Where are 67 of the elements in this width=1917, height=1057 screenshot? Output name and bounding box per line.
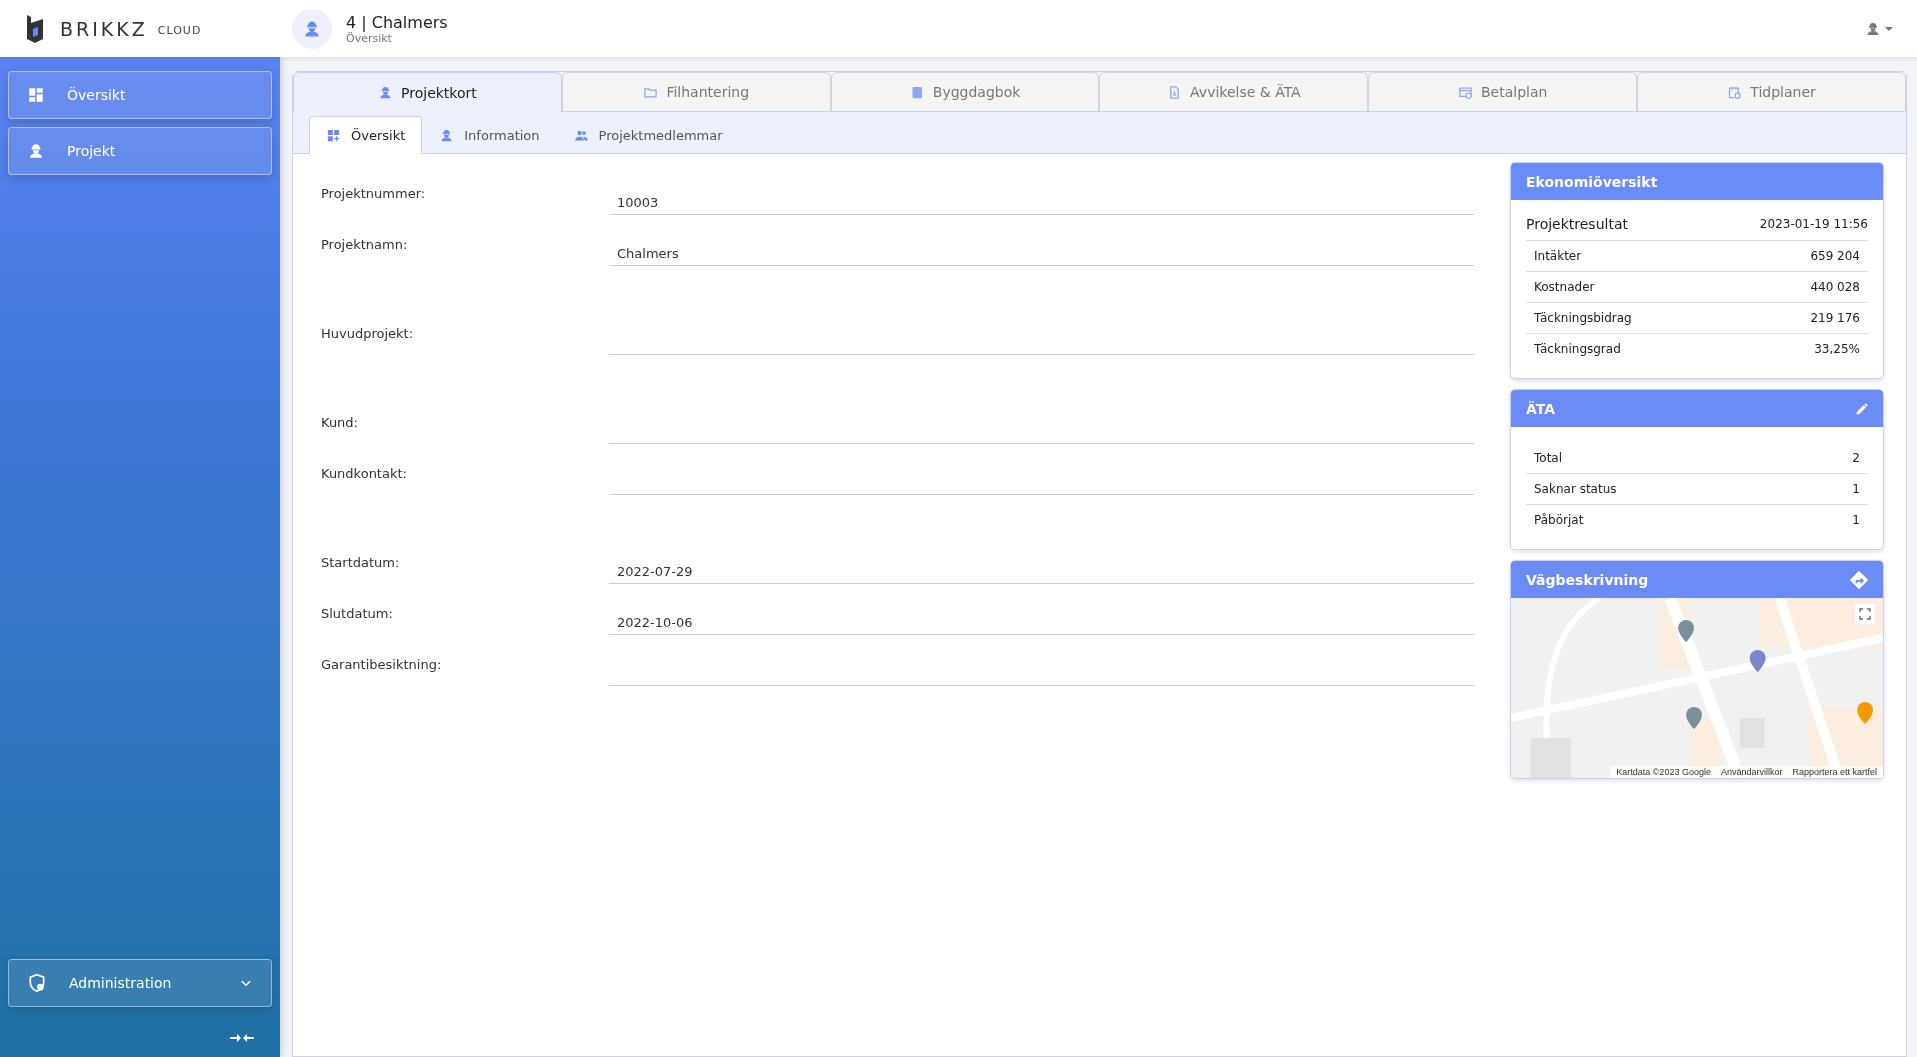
field-value: 2022-07-29 xyxy=(609,553,1474,584)
tab[interactable]: Byggdagbok xyxy=(830,72,1100,112)
tab[interactable]: Avvikelse & ÄTA xyxy=(1099,72,1369,112)
collapse-arrows-icon xyxy=(230,1032,254,1044)
field-value: 10003 xyxy=(609,184,1474,215)
fullscreen-button[interactable] xyxy=(1855,604,1875,624)
row-value: 2 xyxy=(1852,451,1860,465)
field-value: Chalmers xyxy=(609,235,1474,266)
pencil-icon xyxy=(1855,401,1869,416)
row-value: 659 204 xyxy=(1810,249,1860,263)
page-subtitle: Översikt xyxy=(346,31,393,45)
row-label: Intäkter xyxy=(1534,249,1582,263)
field-label: Projektnummer: xyxy=(321,186,427,203)
row-value: 33,25% xyxy=(1814,342,1860,356)
field-label: Kundkontakt: xyxy=(321,466,408,483)
project-title: 4 | Chalmers xyxy=(346,12,448,32)
brand-name: BRIKKZ xyxy=(60,17,148,40)
card-icon xyxy=(1458,84,1473,100)
brand-suffix: CLOUD xyxy=(157,24,202,37)
people-icon xyxy=(573,128,589,143)
worker-icon xyxy=(27,142,45,160)
tab[interactable]: Filhantering xyxy=(561,72,831,112)
directions-button[interactable] xyxy=(1849,569,1869,590)
field-value: 2022-10-06 xyxy=(609,604,1474,635)
administration-menu[interactable]: Administration xyxy=(8,959,272,1007)
panel-title: Ekonomiöversikt xyxy=(1526,173,1658,190)
map-attribution[interactable]: Användarvillkor xyxy=(1720,767,1783,777)
map-attribution: Kartdata ©2023 Google xyxy=(1616,767,1711,777)
fullscreen-icon xyxy=(1859,608,1871,620)
tab[interactable]: Projektkort xyxy=(293,72,562,112)
calendar-clock-icon xyxy=(1727,84,1743,100)
edit-button[interactable] xyxy=(1855,401,1869,416)
row-label: Påbörjat xyxy=(1534,513,1584,527)
tab[interactable]: Betalplan xyxy=(1368,72,1638,112)
sidebar-item[interactable]: Översikt xyxy=(8,71,272,119)
row-label: Total xyxy=(1534,451,1563,465)
field-label: Huvudprojekt: xyxy=(321,326,415,343)
row-value: 1 xyxy=(1852,482,1860,496)
row-value: 1 xyxy=(1852,513,1860,527)
row-label: Täckningsbidrag xyxy=(1534,311,1632,325)
field-label: Slutdatum: xyxy=(321,606,394,623)
field-label: Kund: xyxy=(321,415,359,432)
sidebar-item[interactable]: Projekt xyxy=(8,127,272,175)
row-label: Kostnader xyxy=(1534,280,1595,294)
tab[interactable]: Tidplaner xyxy=(1637,72,1906,112)
panel-title: Vägbeskrivning xyxy=(1526,571,1649,588)
panel-title: ÄTA xyxy=(1526,400,1556,417)
dashboard-icon xyxy=(27,86,45,104)
row-value: 219 176 xyxy=(1810,311,1860,325)
caret-icon xyxy=(1885,24,1893,33)
field-label: Projektnamn: xyxy=(321,237,409,254)
subtab[interactable]: Information xyxy=(422,116,557,154)
dashboard-icon xyxy=(326,128,341,143)
subtab[interactable]: Översikt xyxy=(309,116,423,154)
subtab[interactable]: Projektmedlemmar xyxy=(556,116,740,154)
row-label: Täckningsgrad xyxy=(1534,342,1621,356)
shield-user-icon xyxy=(27,973,47,993)
worker-icon xyxy=(1865,20,1881,37)
directions-icon xyxy=(1849,569,1869,590)
map-attribution[interactable]: Rapportera ett kartfel xyxy=(1792,767,1877,777)
field-label: Garantibesiktning: xyxy=(321,657,443,674)
result-label: Projektresultat xyxy=(1526,216,1628,232)
result-date: 2023-01-19 11:56 xyxy=(1759,217,1868,231)
row-label: Saknar status xyxy=(1534,482,1617,496)
logo-icon xyxy=(24,12,46,45)
field-label: Startdatum: xyxy=(321,555,401,572)
row-value: 440 028 xyxy=(1810,280,1860,294)
